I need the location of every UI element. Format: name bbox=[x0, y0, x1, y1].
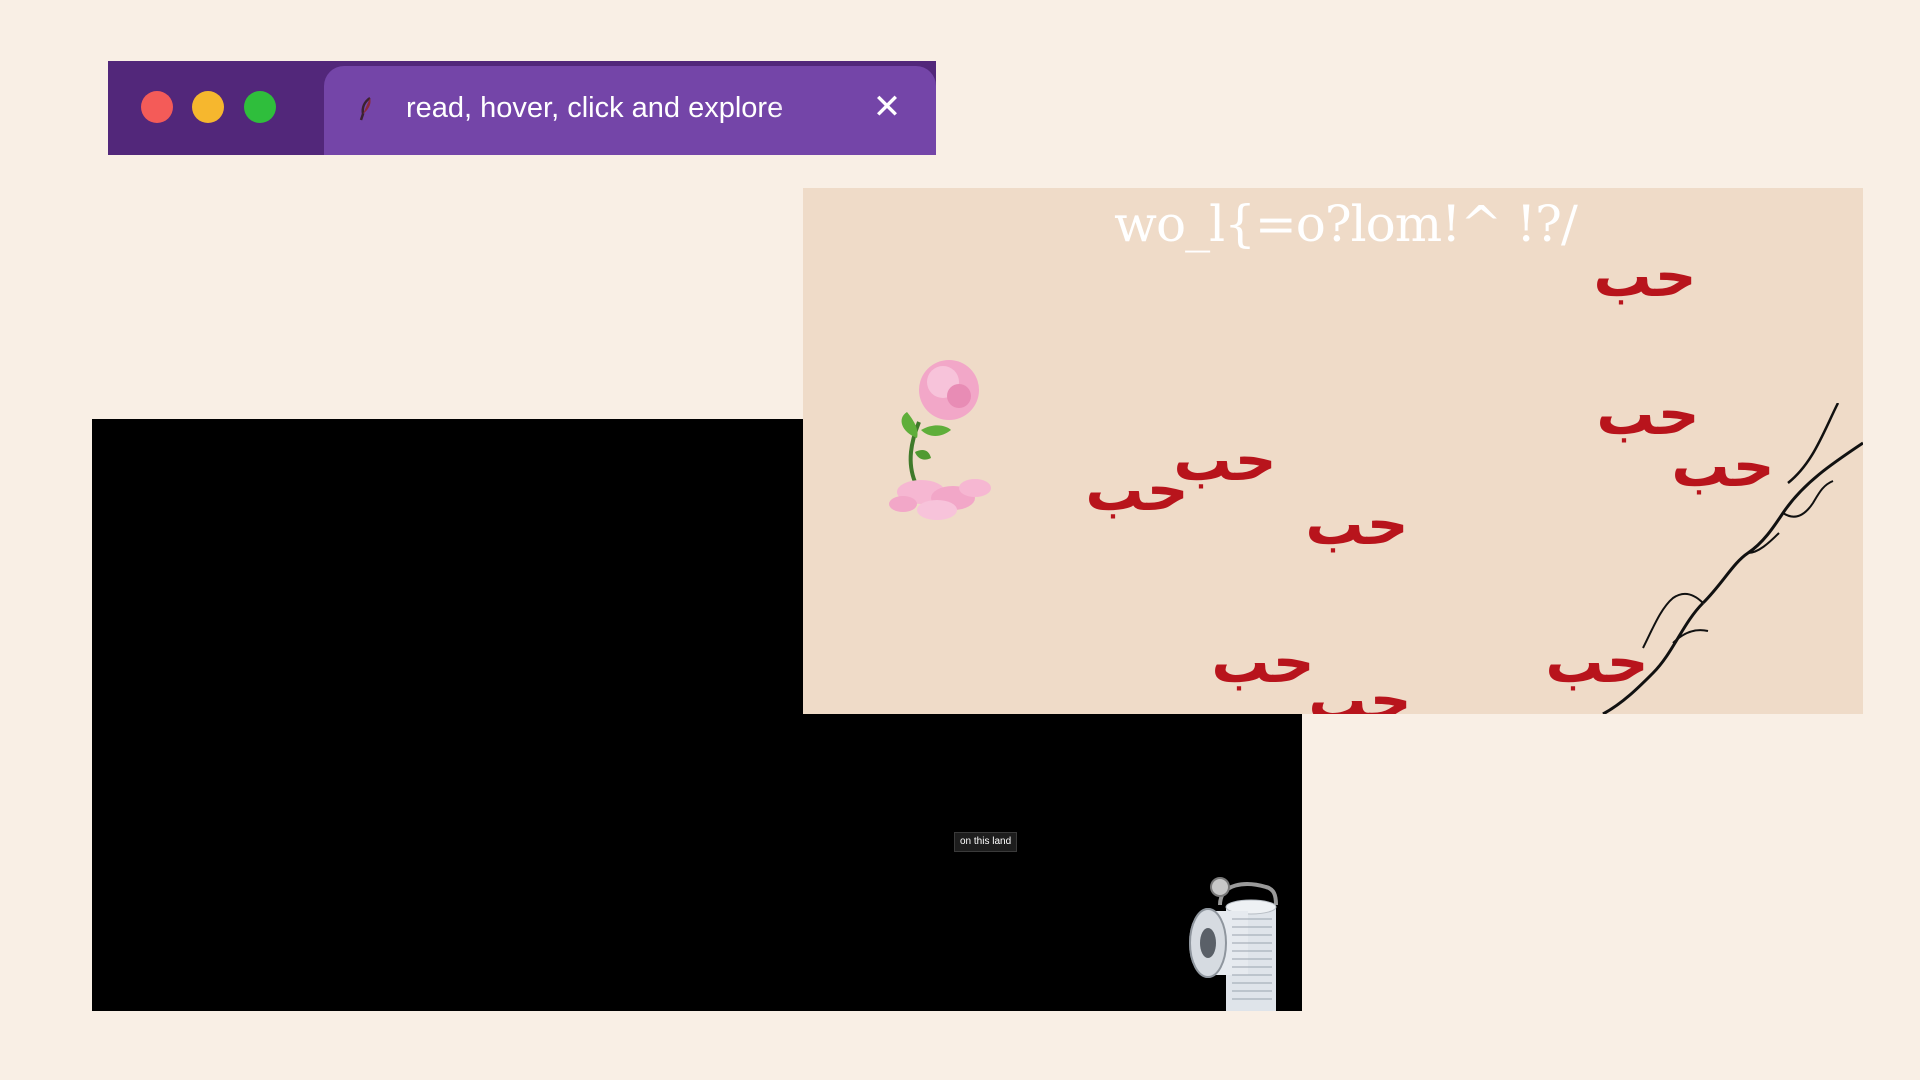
artwork-panel: wo_l{=o?lom!^ !?/ حب حب حب حب حب حب حب ح… bbox=[803, 188, 1863, 714]
calligraphy-glyph: حب bbox=[1547, 634, 1647, 696]
calligraphy-love-icon: حب bbox=[1175, 432, 1275, 494]
calligraphy-glyph: حب bbox=[1307, 496, 1407, 558]
hover-caption: on this land bbox=[954, 832, 1018, 852]
window-maximize-dot[interactable] bbox=[244, 91, 276, 123]
calligraphy-glyph: حب bbox=[1673, 438, 1773, 500]
calligraphy-glyph: حب bbox=[1087, 462, 1187, 524]
active-tab[interactable]: read, hover, click and explore ✕ bbox=[324, 66, 936, 155]
calligraphy-glyph: حب bbox=[1175, 432, 1275, 494]
feather-icon bbox=[359, 96, 371, 121]
tab-close-button[interactable]: ✕ bbox=[865, 82, 909, 132]
window-close-dot[interactable] bbox=[141, 91, 173, 123]
calligraphy-love-icon: حب bbox=[1547, 634, 1647, 696]
calligraphy-love-icon: حب bbox=[1213, 634, 1313, 696]
calligraphy-glyph: حب bbox=[1213, 634, 1313, 696]
art-title: wo_l{=o?lom!^ !?/ bbox=[1114, 195, 1578, 253]
calligraphy-love-icon: حب bbox=[1087, 462, 1187, 524]
toilet-paper-roll-icon[interactable] bbox=[1186, 875, 1286, 1011]
window-minimize-dot[interactable] bbox=[192, 91, 224, 123]
calligraphy-love-icon: حب bbox=[1310, 672, 1410, 714]
calligraphy-glyph: حب bbox=[1595, 248, 1695, 310]
calligraphy-glyph: حب bbox=[1310, 672, 1410, 714]
tab-title: read, hover, click and explore bbox=[406, 92, 784, 124]
calligraphy-love-icon: حب bbox=[1307, 496, 1407, 558]
calligraphy-love-icon: حب bbox=[1673, 438, 1773, 500]
calligraphy-love-icon: حب bbox=[1595, 248, 1695, 310]
browser-tab-bar: read, hover, click and explore ✕ bbox=[108, 61, 936, 155]
rose-icon[interactable] bbox=[871, 352, 1003, 524]
